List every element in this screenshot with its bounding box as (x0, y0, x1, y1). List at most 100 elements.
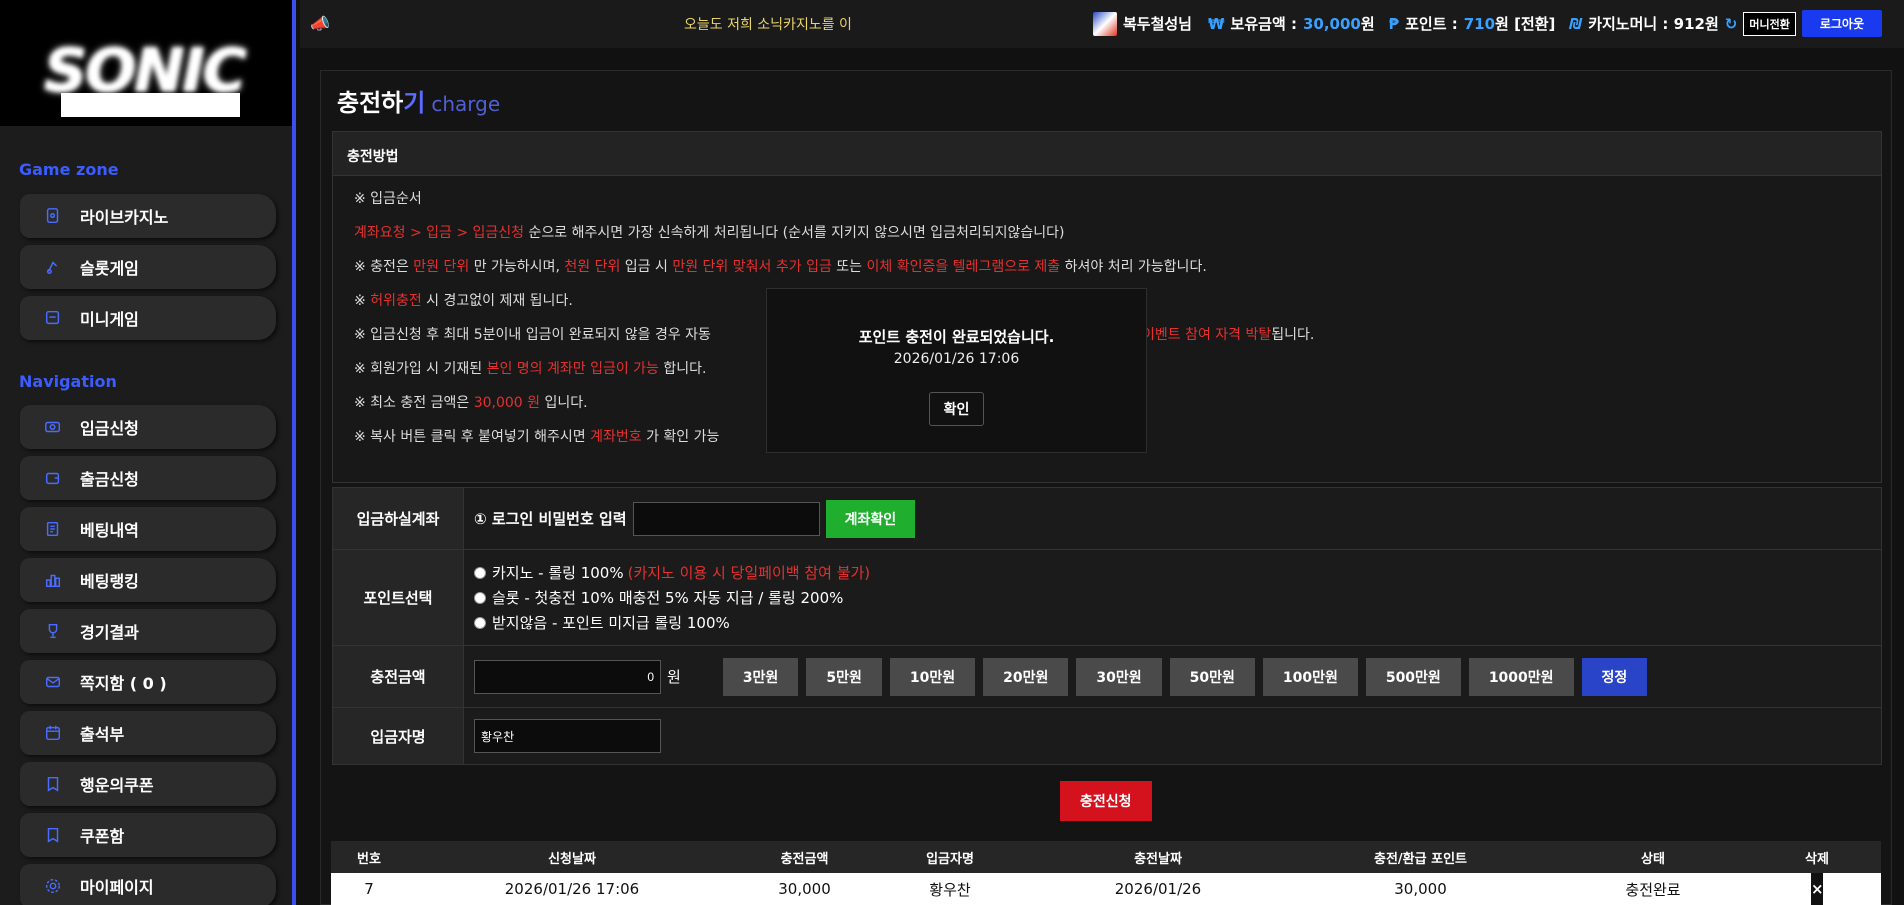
guide-line: ※ 입금신청 후 최대 5분이내 입금이 완료되지 않을 경우 자동 (354, 327, 711, 343)
column-header: 신청날짜 (548, 851, 596, 867)
coupon-box-icon (44, 826, 62, 844)
mini-game-icon (44, 309, 62, 327)
sidebar-item-label: 마이페이지 (80, 878, 154, 897)
table-cell: 충전완료 (1625, 880, 1681, 899)
sidebar-item[interactable]: 라이브카지노 (20, 194, 276, 238)
main-panel: 충전하기 charge 충전방법 ※ 입금순서 계좌요청 > 입금 > 입금신청 … (320, 70, 1892, 905)
charge-guide-heading: 충전방법 (333, 132, 1881, 176)
logo[interactable]: SONIC (0, 0, 292, 126)
message-icon (44, 673, 62, 691)
password-label: ① 로그인 비밀번호 입력 (474, 510, 627, 528)
guide-line: 계좌요청 > 입금 > 입금신청 순으로 해주시면 가장 신속하게 처리됩니다 … (354, 225, 1065, 241)
sidebar-item[interactable]: 출석부 (20, 711, 276, 755)
refresh-icon[interactable]: ↻ (1725, 15, 1738, 33)
depositor-input[interactable] (474, 719, 661, 753)
casino-money-icon: ₪ (1569, 14, 1583, 33)
password-input[interactable] (632, 501, 820, 536)
sidebar-item[interactable]: 베팅랭킹 (20, 558, 276, 602)
guide-line: ※ 회원가입 시 기재된 본인 명의 계좌만 입금이 가능 합니다. (354, 361, 707, 377)
amount-preset-button[interactable]: 500만원 (1365, 657, 1461, 696)
money-convert-button[interactable]: 머니전환 (1743, 11, 1796, 36)
guide-line: ※ 최소 충전 금액은 30,000 원 입니다. (354, 395, 588, 411)
amount-preset-button[interactable]: 50만원 (1169, 657, 1255, 696)
amount-preset-button[interactable]: 5만원 (806, 657, 882, 696)
page-title: 충전하기 charge (337, 83, 500, 118)
point-option-none[interactable]: 받지않음 - 포인트 미지급 롤링 100% (474, 610, 730, 635)
table-cell: × (1753, 873, 1881, 905)
megaphone-icon: 📣 (310, 14, 330, 33)
point-option-casino[interactable]: 카지노 - 롤링 100% (카지노 이용 시 당일페이백 참여 불가) (474, 560, 870, 585)
sidebar-item[interactable]: 미니게임 (20, 296, 276, 340)
account-check-button[interactable]: 계좌확인 (825, 499, 916, 538)
point-options: 카지노 - 롤링 100% (카지노 이용 시 당일페이백 참여 불가) 슬롯 … (464, 550, 1881, 645)
amount-preset-button[interactable]: 10만원 (889, 657, 976, 696)
depositor-cell (464, 708, 1881, 764)
point-select-label: 포인트선택 (333, 550, 464, 645)
sidebar-item[interactable]: 입금신청 (20, 405, 276, 449)
form-row-amount: 충전금액 원 3만원5만원10만원20만원30만원50만원100만원500만원1… (333, 646, 1881, 708)
sidebar-item-label: 쿠폰함 (80, 827, 125, 846)
option-warning: (카지노 이용 시 당일페이백 참여 불가) (627, 564, 871, 582)
guide-line: ※ 입금순서 (354, 191, 422, 207)
sidebar-item[interactable]: 행운의쿠폰 (20, 762, 276, 806)
gear-icon (44, 877, 62, 895)
column-header: 충전금액 (780, 851, 829, 867)
option-label: 슬롯 - 첫충전 10% 매충전 5% 자동 지급 / 롤링 200% (492, 589, 844, 607)
radio-button[interactable] (474, 591, 486, 604)
amount-preset-button[interactable]: 30만원 (1076, 657, 1162, 696)
trophy-icon (44, 622, 62, 640)
sidebar-item[interactable]: 출금신청 (20, 456, 276, 500)
coupon-icon (44, 775, 62, 793)
sidebar-item[interactable]: 슬롯게임 (20, 245, 276, 289)
table-cell: 30,000 (778, 880, 831, 898)
popup-ok-button[interactable]: 확인 (928, 392, 985, 426)
column-header: 충전/환급 포인트 (1374, 851, 1467, 867)
amount-preset-button[interactable]: 100만원 (1262, 657, 1358, 696)
column-header: 충전날짜 (1134, 851, 1182, 867)
sidebar-item-label: 슬롯게임 (80, 259, 139, 278)
logout-button[interactable]: 로그아웃 (1801, 10, 1882, 37)
point-icon: ₱ (1388, 14, 1400, 33)
calendar-icon (44, 724, 62, 742)
radio-button[interactable] (474, 566, 486, 579)
reset-button[interactable]: 정정 (1581, 657, 1648, 696)
section-game-zone: Game zone (19, 160, 119, 179)
sidebar-item[interactable]: 베팅내역 (20, 507, 276, 551)
sidebar-item[interactable]: 쿠폰함 (20, 813, 276, 857)
sidebar-item[interactable]: 마이페이지 (20, 864, 276, 905)
user-info: 복두철성님 ₩ 보유금액 : 30,000 원 ₱ 포인트 : 710 원 [전환]… (1092, 10, 1904, 37)
amount-preset-button[interactable]: 20만원 (983, 657, 1069, 696)
point-convert-link[interactable]: 원 [전환] (1495, 13, 1555, 34)
table-cell: 7 (364, 880, 374, 898)
amount-preset-button[interactable]: 1000만원 (1468, 657, 1574, 696)
account-label: 입금하실계좌 (333, 488, 464, 549)
slot-icon (44, 258, 62, 276)
form-row-depositor: 입금자명 (333, 708, 1881, 764)
radio-button[interactable] (474, 616, 486, 629)
amount-input[interactable] (474, 659, 661, 694)
amount-unit: 원 (667, 668, 681, 686)
point-option-slot[interactable]: 슬롯 - 첫충전 10% 매충전 5% 자동 지급 / 롤링 200% (474, 585, 843, 610)
amount-preset-button[interactable]: 3만원 (722, 657, 799, 696)
option-label: 카지노 - 롤링 100% (492, 564, 624, 582)
guide-line: ※ 허위충전 시 경고없이 제재 됩니다. (354, 293, 573, 309)
table-cell: 2026/01/26 (1114, 880, 1202, 898)
form-row-point: 포인트선택 카지노 - 롤링 100% (카지노 이용 시 당일페이백 참여 불… (333, 550, 1881, 646)
deposit-icon (44, 418, 62, 436)
table-body: 7 2026/01/26 17:06 30,000 황우찬 2026/01/26 30,0… (331, 873, 1881, 905)
column-header: 상태 (1641, 851, 1665, 867)
popup-date: 2026/01/26 17:06 (893, 351, 1020, 367)
avatar (1092, 11, 1117, 36)
table-header: 번호 신청날짜 충전금액 입금자명 충전날짜 충전/환급 포인트 상태 삭제 (331, 841, 1881, 873)
wallet-icon (44, 469, 62, 487)
charge-submit-button[interactable]: 충전신청 (1060, 781, 1152, 821)
sidebar-item[interactable]: 경기결과 (20, 609, 276, 653)
delete-button[interactable]: × (1811, 873, 1824, 905)
sidebar-item[interactable]: 쪽지함 ( 0 ) (20, 660, 276, 704)
history-icon (44, 520, 62, 538)
balance-value: 30,000 (1302, 14, 1361, 33)
page-title-main: 충전하 (337, 89, 404, 117)
casino-money: 카지노머니 : 912원 (1588, 15, 1719, 33)
point-label: 포인트 : (1405, 15, 1458, 33)
guide-line: 이벤트 참여 자격 박탈됩니다. (1142, 327, 1315, 343)
